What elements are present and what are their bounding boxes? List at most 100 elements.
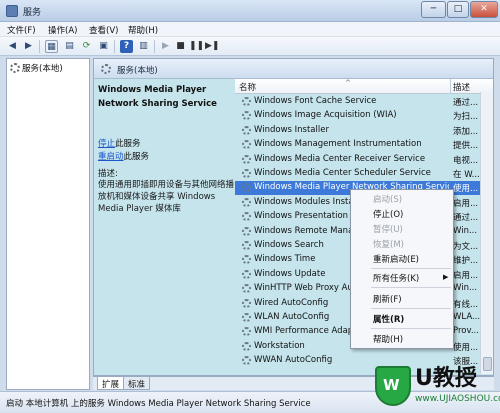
menu-view[interactable]: 查看(V) bbox=[89, 24, 118, 36]
tree-item-services-local[interactable]: 服务(本地) bbox=[10, 62, 63, 74]
menu-item-properties[interactable]: 属性(R) bbox=[373, 313, 404, 325]
service-description: 使用... bbox=[453, 184, 479, 195]
tab-standard[interactable]: 标准 bbox=[123, 377, 151, 390]
menu-item-resume[interactable]: 恢复(M) bbox=[373, 238, 404, 250]
close-button[interactable]: ✕ bbox=[470, 1, 498, 18]
refresh-icon[interactable]: ⟳ bbox=[80, 40, 93, 53]
menu-item-start[interactable]: 启动(S) bbox=[373, 193, 402, 205]
column-header-description[interactable]: 描述 bbox=[453, 81, 470, 93]
service-description: Win... bbox=[453, 225, 478, 236]
gear-icon bbox=[242, 140, 251, 150]
show-hide-icon[interactable]: ▥ bbox=[137, 40, 150, 53]
gear-icon bbox=[242, 111, 251, 121]
help-icon[interactable]: ? bbox=[120, 40, 133, 53]
menu-help[interactable]: 帮助(H) bbox=[128, 24, 158, 36]
service-description: 在 W... bbox=[453, 170, 480, 180]
service-name: Windows Management Instrumentation bbox=[254, 139, 422, 150]
watermark-url: www.UJIAOSHOU.com bbox=[415, 394, 500, 404]
start-service-icon[interactable]: ▶ bbox=[159, 40, 172, 53]
stop-service-suffix: 此服务 bbox=[115, 139, 141, 149]
vertical-scrollbar[interactable] bbox=[480, 92, 493, 374]
column-headers: 名称 ^ 描述 bbox=[235, 79, 493, 94]
gear-icon bbox=[242, 226, 251, 236]
service-name: WWAN AutoConfig bbox=[254, 355, 333, 366]
tab-extended[interactable]: 扩展 bbox=[97, 377, 125, 390]
service-description: 通过... bbox=[453, 98, 479, 108]
maximize-button[interactable]: □ bbox=[447, 1, 469, 18]
selected-service-name: Windows Media Player Network Sharing Ser… bbox=[98, 85, 217, 109]
service-description: 电视... bbox=[453, 155, 479, 166]
minimize-button[interactable]: ─ bbox=[421, 1, 446, 18]
gear-icon bbox=[242, 169, 251, 178]
gear-icon bbox=[242, 327, 251, 337]
column-divider[interactable] bbox=[450, 79, 451, 94]
gear-icon bbox=[10, 63, 20, 73]
service-name: Windows Media Center Receiver Service bbox=[254, 153, 426, 164]
column-header-name[interactable]: 名称 bbox=[239, 81, 256, 93]
shield-logo-icon: W bbox=[375, 366, 411, 406]
menu-item-pause[interactable]: 暂停(U) bbox=[373, 223, 403, 235]
menu-file[interactable]: 文件(F) bbox=[7, 24, 36, 36]
service-name: Windows Font Cache Service bbox=[254, 96, 377, 106]
menu-separator bbox=[371, 268, 451, 269]
gear-icon bbox=[242, 341, 251, 351]
gear-icon bbox=[242, 97, 251, 106]
service-row[interactable]: Windows Image Acquisition (WIA) 为扫... bbox=[235, 109, 493, 123]
service-description: Prov... bbox=[453, 326, 479, 337]
watermark-logo: W U教授 www.UJIAOSHOU.com bbox=[375, 366, 500, 410]
gear-icon bbox=[242, 183, 251, 193]
restart-service-link[interactable]: 重启动 bbox=[98, 152, 124, 162]
watermark-text: U教授 bbox=[415, 366, 477, 391]
service-row[interactable]: Windows Media Center Scheduler Service 在 … bbox=[235, 167, 493, 181]
forward-arrow-icon[interactable]: ▶ bbox=[22, 40, 35, 53]
stop-service-icon[interactable]: ■ bbox=[174, 40, 187, 53]
gear-icon bbox=[242, 125, 251, 135]
service-description: 有线... bbox=[453, 299, 479, 310]
back-arrow-icon[interactable]: ◀ bbox=[6, 40, 19, 53]
panel-header-label: 服务(本地) bbox=[117, 66, 158, 76]
gear-icon bbox=[242, 154, 251, 164]
service-row[interactable]: Windows Management Instrumentation 提供... bbox=[235, 138, 493, 152]
description-pane: Windows Media Player Network Sharing Ser… bbox=[94, 79, 235, 375]
toolbar-divider bbox=[154, 40, 155, 53]
service-row[interactable]: Windows Font Cache Service 通过... bbox=[235, 95, 493, 109]
stop-service-link[interactable]: 停止 bbox=[98, 139, 115, 149]
gear-icon bbox=[101, 64, 111, 74]
restart-service-row: 重启动此服务 bbox=[98, 150, 149, 162]
title-bar: 服务 ─ □ ✕ bbox=[0, 0, 500, 22]
restart-service-icon[interactable]: ▶❚ bbox=[205, 40, 219, 53]
gear-icon bbox=[242, 298, 251, 308]
service-row[interactable]: Windows Installer 添加... bbox=[235, 124, 493, 138]
properties-icon[interactable]: ▤ bbox=[63, 40, 76, 53]
menu-item-restart[interactable]: 重新启动(E) bbox=[373, 253, 419, 265]
gear-icon bbox=[242, 269, 251, 279]
services-app-icon bbox=[6, 5, 18, 17]
description-text: 使用通用即插即用设备与其他网络播放机和媒体设备共享 Windows Media … bbox=[98, 180, 235, 214]
menu-item-all-tasks[interactable]: 所有任务(K) bbox=[373, 272, 419, 284]
console-tree: 服务(本地) bbox=[6, 58, 90, 390]
console-tree-icon[interactable]: ▦ bbox=[45, 40, 58, 53]
pause-service-icon[interactable]: ❚❚ bbox=[189, 40, 204, 53]
menu-item-stop[interactable]: 停止(O) bbox=[373, 208, 403, 220]
gear-icon bbox=[242, 356, 251, 366]
service-name: Windows Media Center Scheduler Service bbox=[254, 168, 431, 178]
service-description: 提供... bbox=[453, 141, 479, 152]
menu-item-help[interactable]: 帮助(H) bbox=[373, 333, 403, 345]
menu-bar: 文件(F) 操作(A) 查看(V) 帮助(H) bbox=[0, 22, 500, 37]
gear-icon bbox=[242, 255, 251, 265]
gear-icon bbox=[242, 284, 251, 294]
toolbar-divider bbox=[39, 40, 40, 53]
toolbar: ◀ ▶ ▦ ▤ ⟳ ▣ ? ▥ ▶ ■ ❚❚ ▶❚ bbox=[0, 37, 500, 56]
service-description: 启用... bbox=[453, 198, 479, 209]
restart-service-suffix: 此服务 bbox=[123, 152, 150, 162]
service-row[interactable]: Windows Media Center Receiver Service 电视.… bbox=[235, 153, 493, 167]
gear-icon bbox=[242, 212, 251, 222]
menu-separator bbox=[371, 287, 451, 288]
menu-item-refresh[interactable]: 刷新(F) bbox=[373, 293, 402, 305]
export-list-icon[interactable]: ▣ bbox=[97, 40, 110, 53]
menu-action[interactable]: 操作(A) bbox=[48, 24, 77, 36]
logo-letter: W bbox=[383, 376, 400, 394]
service-description: 使用... bbox=[453, 342, 479, 353]
service-name: Windows Installer bbox=[254, 124, 329, 135]
service-description: 启用... bbox=[453, 270, 479, 281]
